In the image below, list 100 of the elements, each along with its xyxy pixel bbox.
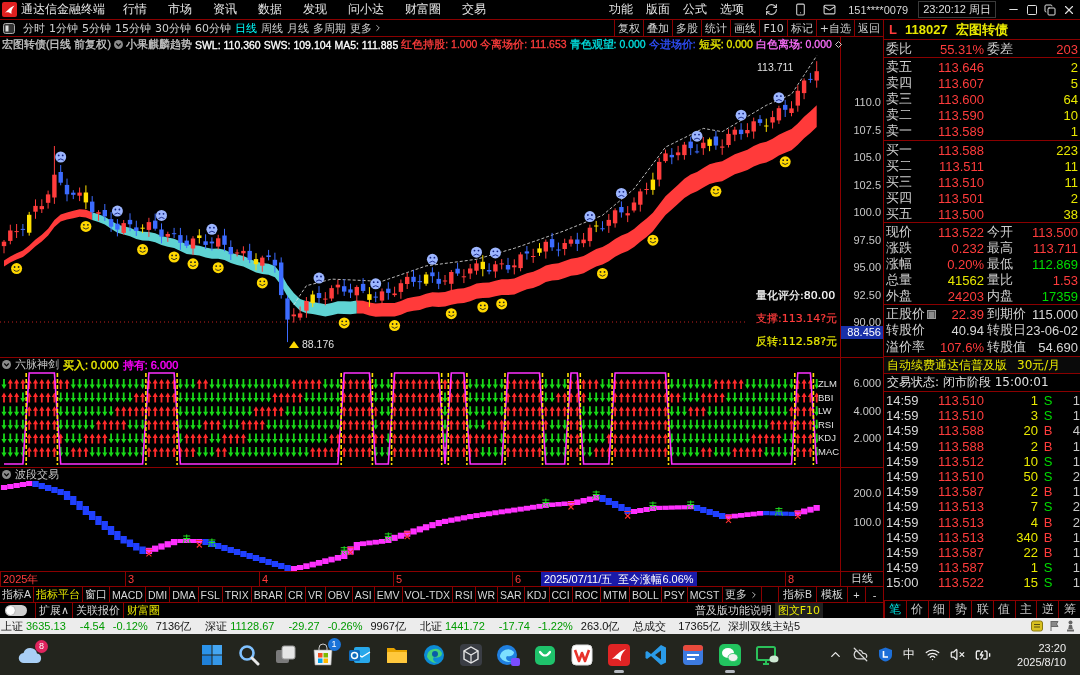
shield-icon[interactable] [878, 647, 894, 662]
menu-item[interactable]: 财富圈 [405, 1, 441, 18]
more-button[interactable]: 更多 [348, 20, 385, 36]
indicator-tab[interactable]: CCI [549, 587, 573, 602]
menu-item[interactable]: 问小达 [348, 1, 384, 18]
note-icon[interactable] [1031, 620, 1043, 632]
indicator-tab[interactable]: 指标平台 [34, 587, 83, 602]
period-tab[interactable]: 5分钟 [80, 20, 113, 36]
quote-label: 到期价 [987, 305, 1026, 323]
refresh-icon[interactable] [765, 3, 779, 16]
indicator-tab[interactable]: 指标B [778, 587, 816, 602]
help-link[interactable]: 普及版功能说明 [691, 603, 775, 618]
toolbar-button[interactable]: 复权 [614, 20, 644, 36]
quote-value: 115.000 [1030, 306, 1078, 322]
signal-marker-icon [648, 501, 657, 511]
toolbar-button[interactable]: F10 [759, 20, 787, 36]
input-method-indicator[interactable]: 中 [903, 646, 916, 663]
toolbar-button[interactable]: 标记 [786, 20, 816, 36]
indicator-tab[interactable]: MCST [687, 587, 723, 602]
menu-item[interactable]: 版面 [646, 1, 671, 18]
add-button[interactable]: + [847, 587, 865, 602]
mail-icon[interactable] [823, 3, 837, 16]
f10-button[interactable]: 图文F10 [774, 603, 823, 618]
axis-label: 100.0 [853, 516, 881, 528]
indicator-tab[interactable]: TRIX [222, 587, 252, 602]
dropdown-icon[interactable] [2, 360, 11, 369]
order-volume: 5 [1069, 76, 1078, 91]
indicator-tab[interactable]: SAR [498, 587, 525, 602]
period-tab[interactable]: 分时 [21, 20, 47, 36]
dropdown-icon[interactable] [2, 470, 11, 479]
indicator-tab[interactable]: ROC [572, 587, 601, 602]
indicator-tab[interactable]: PSY [661, 587, 688, 602]
window-icon[interactable] [1026, 3, 1038, 16]
toolbar-button[interactable]: 画线 [730, 20, 760, 36]
period-tab[interactable]: 60分钟 [193, 20, 233, 36]
trade-price: 113.510 [936, 469, 984, 485]
speaker-muted-icon[interactable] [950, 647, 966, 662]
toolbar-button[interactable]: 叠加 [643, 20, 673, 36]
period-tab[interactable]: 30分钟 [153, 20, 193, 36]
indicator-tab[interactable]: CR [285, 587, 307, 602]
promo-text[interactable]: 自动续费通达信普及版 [887, 356, 1007, 374]
toggle-switch[interactable] [5, 605, 27, 616]
toolbar-button[interactable]: 统计 [701, 20, 731, 36]
toolbar-button[interactable]: 返回 [854, 20, 883, 36]
menu-item[interactable]: 行情 [123, 1, 147, 18]
quote-label: 最高 [986, 239, 1014, 257]
indicator-tab[interactable]: DMA [170, 587, 199, 602]
taskbar-time[interactable]: 23:20 [1038, 640, 1066, 655]
indicator-tab[interactable]: VOL-TDX [402, 587, 454, 602]
indicator-tab[interactable]: BRAR [251, 587, 286, 602]
panel-toggle-icon[interactable] [3, 23, 15, 34]
indicator-tab[interactable]: MACD [110, 587, 146, 602]
indicator-tab[interactable]: VR [306, 587, 326, 602]
toolbar-button[interactable]: +自选 [815, 20, 854, 36]
indicator-tab[interactable]: EMV [374, 587, 403, 602]
period-tab[interactable]: 日线 [233, 20, 259, 36]
menu-item[interactable]: 发现 [303, 1, 327, 18]
period-tab[interactable]: 周线 [259, 20, 285, 36]
cloud-off-icon[interactable] [853, 647, 869, 662]
remove-button[interactable]: - [865, 587, 883, 602]
menu-item[interactable]: 市场 [168, 1, 192, 18]
dropdown-icon[interactable] [113, 40, 123, 49]
indicator-tab[interactable]: ASI [352, 587, 375, 602]
period-tab[interactable]: 15分钟 [113, 20, 153, 36]
menu-item[interactable]: 公式 [683, 1, 708, 18]
indicator-tab[interactable]: DMI [145, 587, 171, 602]
indicator-tab[interactable]: 指标A [0, 587, 34, 602]
index-value: 1441.72 [445, 620, 485, 632]
restore-icon[interactable] [1044, 3, 1056, 16]
pawn-icon[interactable] [1066, 620, 1075, 632]
menu-item[interactable]: 选项 [720, 1, 745, 18]
indicator-tab[interactable]: MTM [600, 587, 630, 602]
menu-item[interactable]: 资讯 [213, 1, 237, 18]
indicator-tab[interactable]: BOLL [629, 587, 662, 602]
axis-label: 100.0 [853, 206, 881, 218]
toolbar-button[interactable]: 多股 [672, 20, 702, 36]
indicator-tab[interactable]: RSI [453, 587, 476, 602]
info-grid-icon[interactable] [927, 309, 936, 319]
menu-item[interactable]: 数据 [258, 1, 282, 18]
indicator-tab[interactable]: OBV [325, 587, 353, 602]
indicator-tab[interactable]: KDJ [524, 587, 550, 602]
indicator-tab[interactable]: WR [475, 587, 499, 602]
period-tab[interactable]: 1分钟 [47, 20, 80, 36]
indicator-tab[interactable]: FSL [198, 587, 223, 602]
indicator-tab[interactable]: 窗口 [83, 587, 110, 602]
axis-label: 105.0 [853, 151, 881, 163]
trade-count: 1 [1071, 453, 1080, 469]
more-button[interactable]: 更多 [722, 587, 762, 602]
period-tab[interactable]: 多周期 [311, 20, 348, 36]
flag-icon[interactable] [1049, 620, 1060, 632]
taskbar-date[interactable]: 2025/8/10 [1017, 654, 1066, 669]
period-tab[interactable]: 月线 [285, 20, 311, 36]
indicator-tab[interactable]: 模板 [816, 587, 847, 602]
phone-icon[interactable] [794, 3, 808, 16]
promo-price[interactable]: 30元/月 [1017, 356, 1061, 374]
wifi-icon[interactable] [925, 647, 941, 662]
taskbar-app-button[interactable]: 1 [304, 634, 341, 675]
menu-item[interactable]: 功能 [609, 1, 634, 18]
menu-item[interactable]: 交易 [462, 1, 486, 18]
quote-value: 55.31% [938, 41, 984, 57]
